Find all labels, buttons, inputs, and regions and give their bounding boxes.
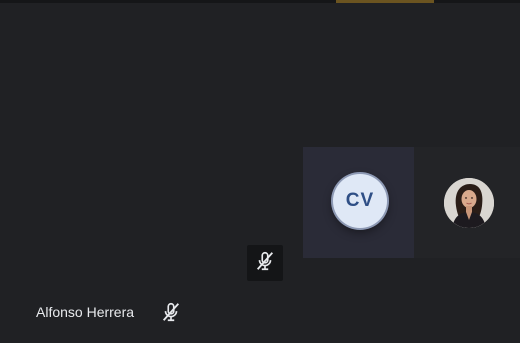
top-border — [0, 0, 520, 3]
active-speaker-indicator — [336, 0, 434, 3]
meeting-stage: Alfonso Herrera CV — [0, 0, 520, 343]
main-participant-name: Alfonso Herrera — [36, 304, 135, 320]
mic-off-icon — [254, 250, 276, 277]
avatar-photo — [444, 178, 494, 228]
mic-off-icon — [160, 301, 182, 323]
muted-indicator — [247, 245, 283, 281]
avatar-initials: CV — [333, 174, 387, 228]
participant-tile-cv[interactable]: CV — [303, 147, 414, 258]
participant-tile-photo[interactable] — [414, 147, 520, 258]
